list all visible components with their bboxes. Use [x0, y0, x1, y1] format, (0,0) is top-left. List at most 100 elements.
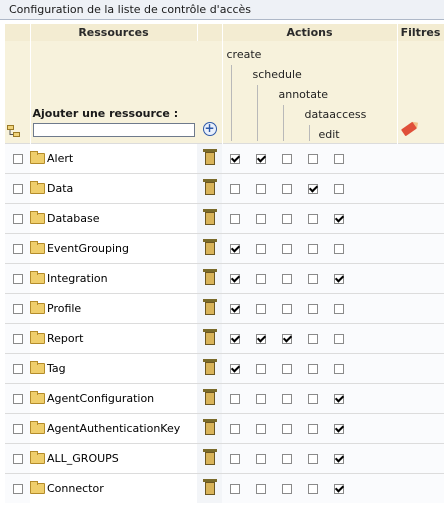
- action-checkbox-create[interactable]: [230, 214, 240, 224]
- action-checkbox-schedule[interactable]: [256, 214, 266, 224]
- action-checkbox-schedule[interactable]: [256, 304, 266, 314]
- trash-icon[interactable]: [202, 389, 217, 405]
- action-checkbox-edit[interactable]: [334, 244, 344, 254]
- action-checkbox-edit[interactable]: [334, 454, 344, 464]
- action-checkbox-dataaccess[interactable]: [308, 454, 318, 464]
- trash-icon[interactable]: [202, 269, 217, 285]
- row-select-checkbox[interactable]: [12, 304, 23, 314]
- action-checkbox-dataaccess[interactable]: [308, 304, 318, 314]
- row-select-checkbox[interactable]: [12, 154, 23, 164]
- trash-icon[interactable]: [202, 239, 217, 255]
- resource-item[interactable]: Report: [30, 331, 197, 345]
- action-checkbox-create[interactable]: [230, 154, 240, 164]
- hierarchy-icon[interactable]: [7, 125, 21, 137]
- row-select-checkbox[interactable]: [12, 184, 23, 194]
- action-checkbox-create[interactable]: [230, 244, 240, 254]
- resource-item[interactable]: Database: [30, 211, 197, 225]
- action-checkbox-schedule[interactable]: [256, 184, 266, 194]
- trash-icon[interactable]: [202, 419, 217, 435]
- pencil-icon[interactable]: [400, 121, 417, 137]
- action-checkbox-annotate[interactable]: [282, 184, 292, 194]
- action-checkbox-annotate[interactable]: [282, 454, 292, 464]
- action-checkbox-create[interactable]: [230, 274, 240, 284]
- row-select-checkbox[interactable]: [12, 484, 23, 494]
- action-checkbox-dataaccess[interactable]: [308, 214, 318, 224]
- action-checkbox-annotate[interactable]: [282, 484, 292, 494]
- action-checkbox-annotate[interactable]: [282, 274, 292, 284]
- action-checkbox-create[interactable]: [230, 184, 240, 194]
- trash-icon[interactable]: [202, 479, 217, 495]
- action-checkbox-dataaccess[interactable]: [308, 484, 318, 494]
- row-select-checkbox[interactable]: [12, 214, 23, 224]
- add-circle-icon[interactable]: +: [202, 122, 217, 136]
- action-checkbox-schedule[interactable]: [256, 154, 266, 164]
- action-checkbox-dataaccess[interactable]: [308, 274, 318, 284]
- trash-icon[interactable]: [202, 149, 217, 165]
- action-checkbox-create[interactable]: [230, 304, 240, 314]
- action-checkbox-create[interactable]: [230, 424, 240, 434]
- action-checkbox-edit[interactable]: [334, 424, 344, 434]
- action-checkbox-dataaccess[interactable]: [308, 334, 318, 344]
- trash-icon[interactable]: [202, 359, 217, 375]
- row-select-checkbox[interactable]: [12, 334, 23, 344]
- resource-item[interactable]: AgentAuthenticationKey: [30, 421, 197, 435]
- action-checkbox-schedule[interactable]: [256, 334, 266, 344]
- trash-icon[interactable]: [202, 299, 217, 315]
- row-select-checkbox[interactable]: [12, 244, 23, 254]
- resource-item[interactable]: Data: [30, 181, 197, 195]
- action-checkbox-dataaccess[interactable]: [308, 364, 318, 374]
- action-checkbox-annotate[interactable]: [282, 334, 292, 344]
- action-checkbox-dataaccess[interactable]: [308, 184, 318, 194]
- action-checkbox-edit[interactable]: [334, 484, 344, 494]
- action-checkbox-schedule[interactable]: [256, 484, 266, 494]
- action-checkbox-create[interactable]: [230, 334, 240, 344]
- resource-item[interactable]: EventGrouping: [30, 241, 197, 255]
- action-checkbox-dataaccess[interactable]: [308, 424, 318, 434]
- action-checkbox-schedule[interactable]: [256, 274, 266, 284]
- action-checkbox-create[interactable]: [230, 454, 240, 464]
- row-select-checkbox[interactable]: [12, 394, 23, 404]
- resource-item[interactable]: AgentConfiguration: [30, 391, 197, 405]
- row-select-checkbox[interactable]: [12, 424, 23, 434]
- resource-item[interactable]: Connector: [30, 481, 197, 495]
- action-checkbox-edit[interactable]: [334, 304, 344, 314]
- action-checkbox-edit[interactable]: [334, 364, 344, 374]
- action-checkbox-create[interactable]: [230, 484, 240, 494]
- action-checkbox-annotate[interactable]: [282, 214, 292, 224]
- resource-item[interactable]: Integration: [30, 271, 197, 285]
- action-checkbox-dataaccess[interactable]: [308, 244, 318, 254]
- action-checkbox-edit[interactable]: [334, 214, 344, 224]
- action-checkbox-dataaccess[interactable]: [308, 154, 318, 164]
- add-resource-input[interactable]: [32, 123, 195, 137]
- row-select-checkbox[interactable]: [12, 364, 23, 374]
- action-checkbox-create[interactable]: [230, 394, 240, 404]
- action-checkbox-edit[interactable]: [334, 184, 344, 194]
- action-checkbox-schedule[interactable]: [256, 424, 266, 434]
- action-checkbox-edit[interactable]: [334, 274, 344, 284]
- trash-icon[interactable]: [202, 329, 217, 345]
- row-select-checkbox[interactable]: [12, 274, 23, 284]
- action-checkbox-dataaccess[interactable]: [308, 394, 318, 404]
- trash-icon[interactable]: [202, 179, 217, 195]
- resource-item[interactable]: ALL_GROUPS: [30, 451, 197, 465]
- action-checkbox-annotate[interactable]: [282, 394, 292, 404]
- row-select-checkbox[interactable]: [12, 454, 23, 464]
- action-checkbox-schedule[interactable]: [256, 394, 266, 404]
- action-checkbox-annotate[interactable]: [282, 424, 292, 434]
- action-checkbox-annotate[interactable]: [282, 364, 292, 374]
- action-checkbox-schedule[interactable]: [256, 244, 266, 254]
- action-checkbox-edit[interactable]: [334, 334, 344, 344]
- action-checkbox-create[interactable]: [230, 364, 240, 374]
- trash-icon[interactable]: [202, 449, 217, 465]
- action-checkbox-schedule[interactable]: [256, 364, 266, 374]
- action-checkbox-annotate[interactable]: [282, 304, 292, 314]
- action-checkbox-schedule[interactable]: [256, 454, 266, 464]
- trash-icon[interactable]: [202, 209, 217, 225]
- action-checkbox-annotate[interactable]: [282, 154, 292, 164]
- action-checkbox-edit[interactable]: [334, 154, 344, 164]
- action-checkbox-edit[interactable]: [334, 394, 344, 404]
- action-checkbox-annotate[interactable]: [282, 244, 292, 254]
- resource-item[interactable]: Profile: [30, 301, 197, 315]
- resource-item[interactable]: Tag: [30, 361, 197, 375]
- resource-item[interactable]: Alert: [30, 151, 197, 165]
